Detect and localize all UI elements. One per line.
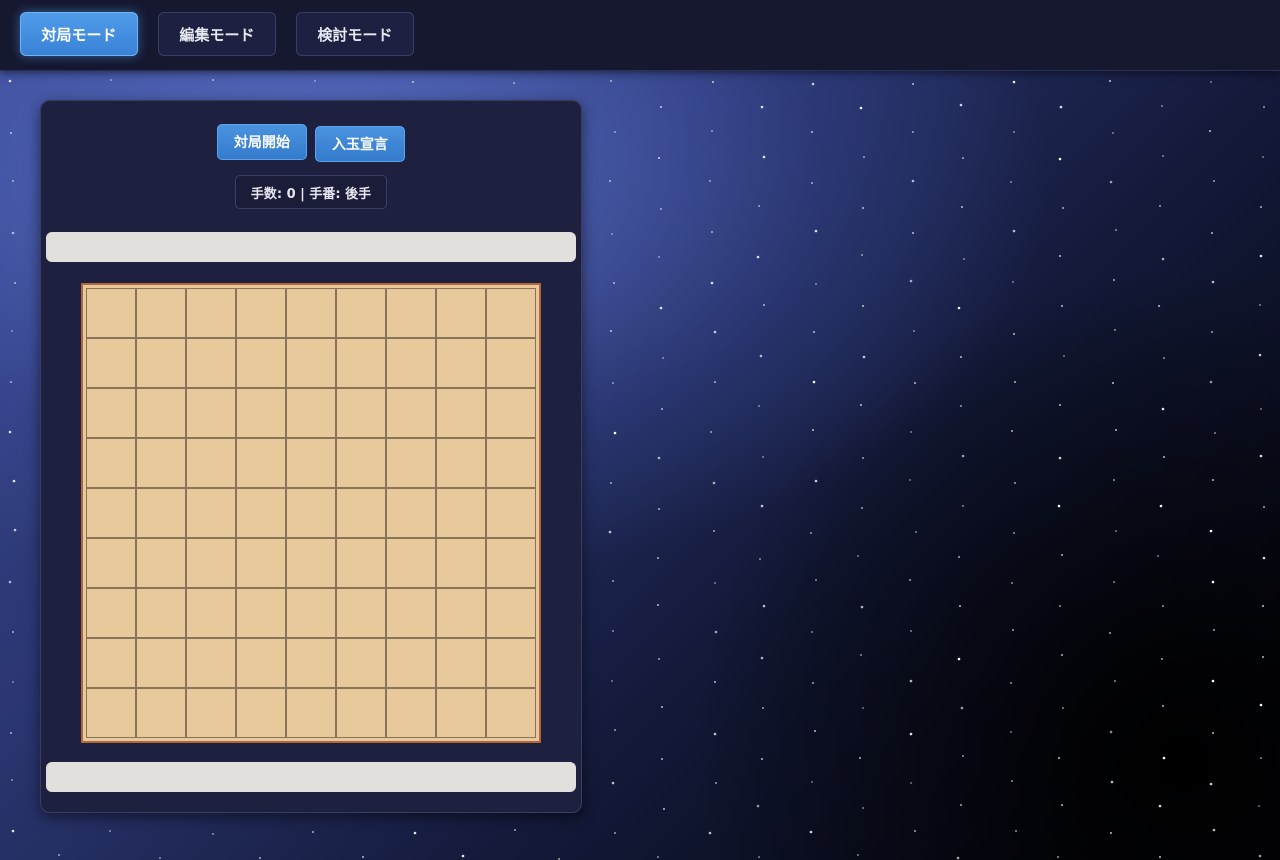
board-square[interactable] — [486, 438, 536, 488]
board-square[interactable] — [386, 338, 436, 388]
board-square[interactable] — [386, 438, 436, 488]
board-square[interactable] — [136, 488, 186, 538]
tab-game-mode[interactable]: 対局モード — [20, 12, 138, 56]
board-square[interactable] — [336, 338, 386, 388]
board-square[interactable] — [136, 688, 186, 738]
board-square[interactable] — [336, 438, 386, 488]
board-square[interactable] — [436, 488, 486, 538]
board-square[interactable] — [236, 438, 286, 488]
board-square[interactable] — [186, 538, 236, 588]
board-square[interactable] — [436, 288, 486, 338]
board-square[interactable] — [236, 488, 286, 538]
board-square[interactable] — [286, 688, 336, 738]
board-square[interactable] — [86, 688, 136, 738]
board-square[interactable] — [86, 388, 136, 438]
board-square[interactable] — [286, 638, 336, 688]
board-square[interactable] — [136, 638, 186, 688]
board-square[interactable] — [336, 538, 386, 588]
board-square[interactable] — [436, 588, 486, 638]
board-square[interactable] — [286, 288, 336, 338]
board-square[interactable] — [486, 588, 536, 638]
board-square[interactable] — [286, 388, 336, 438]
board-square[interactable] — [386, 688, 436, 738]
board-square[interactable] — [236, 288, 286, 338]
board-square[interactable] — [386, 538, 436, 588]
board-square[interactable] — [436, 638, 486, 688]
board-square[interactable] — [436, 438, 486, 488]
board-square[interactable] — [286, 488, 336, 538]
board-square[interactable] — [186, 338, 236, 388]
board-square[interactable] — [486, 638, 536, 688]
board-square[interactable] — [86, 488, 136, 538]
board-square[interactable] — [336, 288, 386, 338]
tab-edit-mode[interactable]: 編集モード — [158, 12, 276, 56]
board-square[interactable] — [486, 688, 536, 738]
board-square[interactable] — [386, 488, 436, 538]
board-square[interactable] — [386, 638, 436, 688]
board-square[interactable] — [236, 388, 286, 438]
board-square[interactable] — [336, 588, 386, 638]
board-square[interactable] — [336, 688, 386, 738]
board-square[interactable] — [236, 338, 286, 388]
board-square[interactable] — [186, 388, 236, 438]
opponent-hand-area[interactable] — [46, 232, 576, 262]
board-square[interactable] — [286, 588, 336, 638]
board-square[interactable] — [136, 338, 186, 388]
board-square[interactable] — [236, 688, 286, 738]
board-square[interactable] — [86, 338, 136, 388]
board-square[interactable] — [86, 588, 136, 638]
board-square[interactable] — [236, 538, 286, 588]
player-hand-area[interactable] — [46, 762, 576, 792]
board-square[interactable] — [236, 638, 286, 688]
move-status: 手数: 0 | 手番: 後手 — [235, 175, 387, 209]
board-square[interactable] — [86, 438, 136, 488]
board-square[interactable] — [286, 438, 336, 488]
board-square[interactable] — [136, 538, 186, 588]
board-square[interactable] — [236, 588, 286, 638]
game-panel: 対局開始 入玉宣言 手数: 0 | 手番: 後手 — [40, 100, 582, 813]
board-square[interactable] — [286, 538, 336, 588]
board-square[interactable] — [186, 638, 236, 688]
start-game-button[interactable]: 対局開始 — [217, 124, 307, 160]
board-square[interactable] — [386, 288, 436, 338]
board-square[interactable] — [186, 288, 236, 338]
board-square[interactable] — [186, 488, 236, 538]
board-square[interactable] — [136, 288, 186, 338]
board-square[interactable] — [136, 438, 186, 488]
board-square[interactable] — [436, 338, 486, 388]
board-square[interactable] — [186, 588, 236, 638]
board-square[interactable] — [336, 488, 386, 538]
board-square[interactable] — [186, 688, 236, 738]
board-grid — [86, 288, 536, 738]
board-square[interactable] — [286, 338, 336, 388]
board-square[interactable] — [186, 438, 236, 488]
board-square[interactable] — [436, 538, 486, 588]
board-square[interactable] — [486, 338, 536, 388]
board-square[interactable] — [136, 388, 186, 438]
tab-review-mode[interactable]: 検討モード — [296, 12, 414, 56]
board-square[interactable] — [386, 388, 436, 438]
board-square[interactable] — [486, 538, 536, 588]
shogi-board — [81, 283, 541, 743]
board-square[interactable] — [486, 488, 536, 538]
board-square[interactable] — [86, 288, 136, 338]
board-square[interactable] — [136, 588, 186, 638]
board-square[interactable] — [386, 588, 436, 638]
declare-win-button[interactable]: 入玉宣言 — [315, 126, 405, 162]
board-square[interactable] — [436, 688, 486, 738]
board-square[interactable] — [436, 388, 486, 438]
board-square[interactable] — [336, 638, 386, 688]
board-square[interactable] — [86, 538, 136, 588]
board-square[interactable] — [486, 288, 536, 338]
board-square[interactable] — [336, 388, 386, 438]
board-square[interactable] — [86, 638, 136, 688]
mode-toolbar: 対局モード 編集モード 検討モード — [0, 0, 1280, 71]
board-square[interactable] — [486, 388, 536, 438]
